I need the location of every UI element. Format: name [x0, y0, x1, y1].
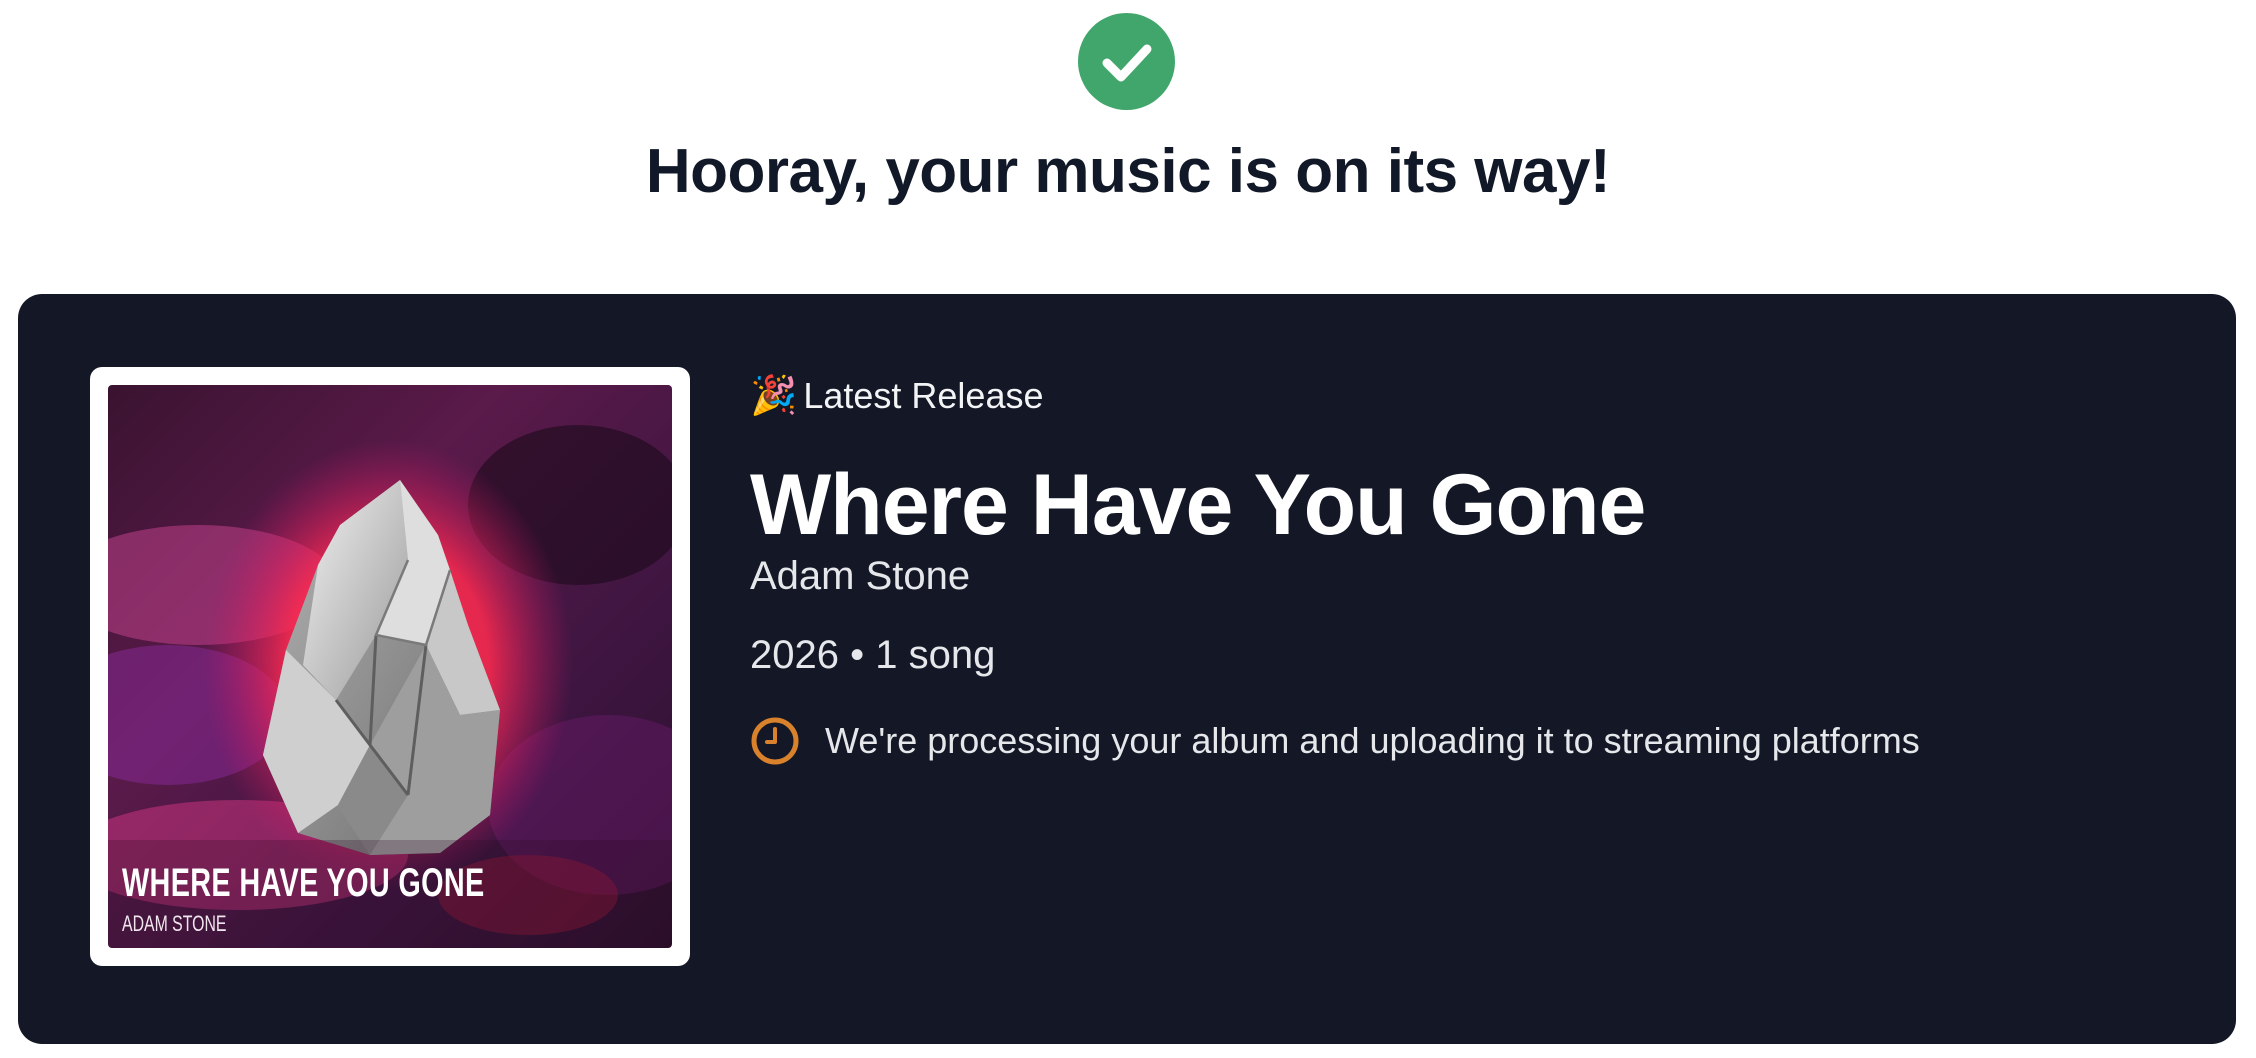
- party-popper-icon: 🎉: [750, 375, 798, 417]
- latest-release-label: 🎉 Latest Release: [750, 374, 1043, 418]
- processing-status: We're processing your album and uploadin…: [750, 716, 1920, 766]
- release-meta: 2026 • 1 song: [750, 633, 996, 677]
- release-confirmation-page: Hooray, your music is on its way! WHERE …: [0, 0, 2256, 1058]
- album-cover-art: WHERE HAVE YOU GONE ADAM STONE: [108, 385, 672, 948]
- clock-icon: [751, 717, 799, 765]
- page-title: Hooray, your music is on its way!: [645, 137, 1611, 206]
- cover-artist-text: ADAM STONE: [122, 911, 227, 936]
- status-text: We're processing your album and uploadin…: [825, 720, 1920, 761]
- check-circle-icon: [1078, 13, 1175, 110]
- release-artist: Adam Stone: [750, 554, 971, 598]
- eyebrow-text: Latest Release: [803, 375, 1044, 416]
- release-title: Where Have You Gone: [750, 457, 1646, 553]
- cover-title-text: WHERE HAVE YOU GONE: [122, 861, 485, 905]
- album-cover: WHERE HAVE YOU GONE ADAM STONE: [90, 367, 690, 966]
